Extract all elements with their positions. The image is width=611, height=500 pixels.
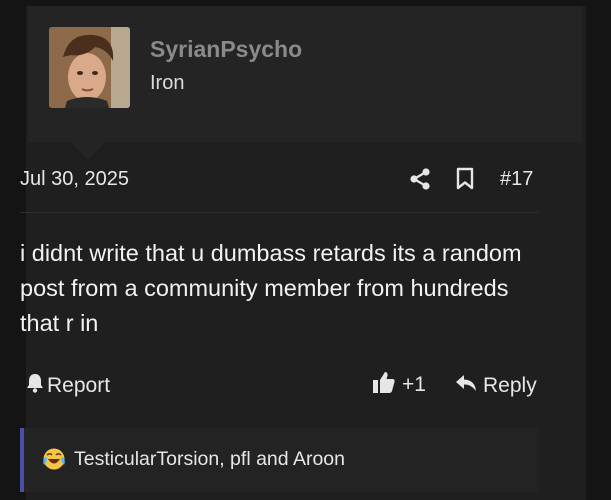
tears-of-joy-emoji-icon (42, 447, 66, 471)
reactions-text[interactable]: TesticularTorsion, pfl and Aroon (74, 448, 345, 471)
reactions-bar[interactable]: TesticularTorsion, pfl and Aroon (20, 428, 538, 492)
divider (20, 212, 538, 213)
username[interactable]: SyrianPsycho (150, 36, 302, 63)
like-button[interactable]: +1 (372, 370, 426, 400)
avatar-image (49, 27, 130, 108)
report-button[interactable]: Report (26, 372, 110, 400)
post-date[interactable]: Jul 30, 2025 (20, 168, 129, 191)
share-icon[interactable] (409, 167, 431, 191)
report-label: Report (47, 374, 111, 397)
like-count: +1 (402, 373, 426, 396)
reply-button[interactable]: Reply (455, 372, 537, 400)
reply-label: Reply (483, 374, 537, 397)
reply-icon (455, 373, 477, 399)
user-header: SyrianPsycho Iron (28, 6, 582, 142)
thumbs-up-icon (372, 370, 396, 400)
avatar[interactable] (49, 27, 130, 108)
post-message: i didnt write that u dumbass retards its… (20, 240, 522, 336)
bookmark-icon[interactable] (455, 167, 475, 191)
post-number-link[interactable]: #17 (500, 168, 533, 191)
bell-icon (26, 373, 44, 399)
user-title: Iron (150, 72, 185, 94)
